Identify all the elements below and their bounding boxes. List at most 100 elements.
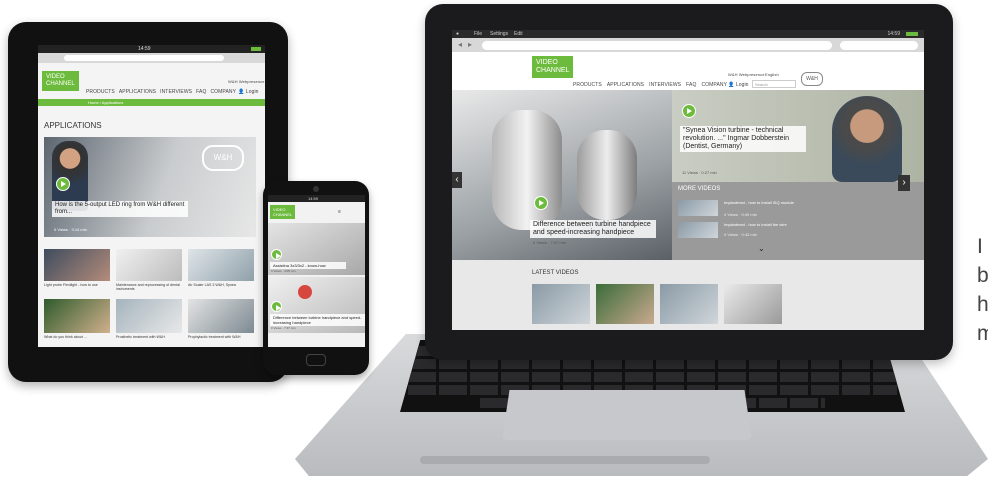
more-video-meta: 0 Views · 0:49 min	[724, 212, 757, 217]
video-thumb[interactable]	[116, 299, 182, 333]
video-channel-logo[interactable]: VIDEO CHANNEL	[270, 205, 296, 219]
chevron-down-icon[interactable]: ⌄	[758, 244, 765, 253]
language-select[interactable]: English	[765, 72, 779, 77]
battery-icon	[906, 32, 918, 36]
main-nav: PRODUCTS APPLICATIONS INTERVIEWS FAQ COM…	[86, 89, 236, 95]
hero-caption-meta: 0 Views · 7:37 min	[533, 240, 566, 245]
play-icon[interactable]	[56, 177, 70, 191]
laptop-front-lip	[420, 456, 710, 464]
nav-faq[interactable]: FAQ	[686, 82, 696, 88]
wh-logo: W&H	[801, 72, 823, 86]
menu-icon[interactable]: ≡	[338, 209, 341, 215]
video-thumb[interactable]	[44, 299, 110, 333]
more-videos-title: MORE VIDEOS	[678, 186, 721, 192]
latest-video-thumb[interactable]	[596, 284, 654, 324]
phone-clock: 14:59	[308, 196, 319, 201]
more-video-thumb[interactable]	[678, 222, 718, 238]
latest-video-thumb[interactable]	[660, 284, 718, 324]
nav-interviews[interactable]: INTERVIEWS	[160, 89, 192, 95]
laptop-trackpad	[502, 390, 752, 440]
more-video-thumb[interactable]	[678, 200, 718, 216]
phone-screen: 14:59 VIDEO CHANNEL ≡ Assistina 3x3/3x2 -…	[268, 195, 365, 347]
section-title: APPLICATIONS	[44, 121, 102, 130]
os-menu-bar: ● File Settings Edit 14:59	[452, 30, 924, 38]
play-icon[interactable]	[271, 301, 282, 312]
webpresence-link[interactable]: W&H Webpresence	[728, 72, 765, 77]
play-icon[interactable]	[682, 104, 696, 118]
phone-caption[interactable]: Difference between turbine handpiece and…	[270, 314, 365, 326]
carousel-next-button[interactable]: ›	[898, 175, 910, 191]
address-bar[interactable]	[482, 41, 832, 50]
latest-video-thumb[interactable]	[532, 284, 590, 324]
video-channel-logo[interactable]: VIDEO CHANNEL	[532, 56, 574, 78]
webpresence-link[interactable]: W&H Webpresence	[228, 79, 265, 84]
forward-arrow-icon[interactable]: ▸	[468, 40, 472, 49]
nav-company[interactable]: COMPANY	[701, 82, 727, 88]
video-thumb-title[interactable]: Prosthetic treatment with W&H	[116, 335, 182, 339]
phone-hero-2[interactable]: Difference between turbine handpiece and…	[268, 277, 365, 333]
red-object-graphic	[298, 285, 312, 299]
laptop-screen: ● File Settings Edit 14:59 ◂ ▸ VIDEO CHAN…	[452, 30, 924, 330]
clock: 14:59	[887, 31, 900, 37]
more-video-title[interactable]: Implantmed - how to install ISQ module	[724, 200, 804, 205]
phone-home-button[interactable]	[306, 354, 326, 366]
main-nav: PRODUCTS APPLICATIONS INTERVIEWS FAQ COM…	[573, 82, 727, 88]
menu-file[interactable]: File	[474, 31, 482, 37]
video-thumb-title[interactable]: What do you think about ...	[44, 335, 110, 339]
video-thumb[interactable]	[44, 249, 110, 281]
turbine-handpiece-graphic	[492, 110, 562, 230]
browser-search-field[interactable]	[840, 41, 918, 50]
interview-meta: 11 Views · 0:27 min	[682, 170, 717, 175]
interviewee-portrait	[832, 96, 902, 182]
video-thumb-title[interactable]: Air Scaler LAS 3 W&H, Synea	[188, 283, 254, 287]
login-link[interactable]: 👤 Login	[728, 82, 749, 88]
browser-toolbar: ◂ ▸	[452, 38, 924, 52]
tablet-browser-bar	[38, 53, 265, 63]
phone-caption-meta: 0 Views · 7:37 min	[271, 326, 296, 330]
video-channel-logo[interactable]: VIDEO CHANNEL	[42, 71, 79, 91]
phone-caption[interactable]: Assistina 3x3/3x2 - know-how	[270, 262, 346, 269]
user-icon: 👤	[728, 82, 735, 88]
battery-icon	[251, 47, 261, 51]
video-thumb-title[interactable]: Maintenance and reprocessing of dental i…	[116, 283, 182, 291]
nav-applications[interactable]: APPLICATIONS	[607, 82, 644, 88]
login-link[interactable]: 👤 Login	[238, 89, 259, 95]
nav-faq[interactable]: FAQ	[196, 89, 206, 95]
tablet-clock: 14:59	[138, 46, 151, 52]
featured-caption[interactable]: How is the 5-output LED ring from W&H di…	[52, 201, 188, 217]
interview-hero[interactable]: "Synea Vision turbine - technical revolu…	[672, 90, 924, 182]
nav-products[interactable]: PRODUCTS	[573, 82, 602, 88]
play-icon[interactable]	[271, 249, 282, 260]
video-thumb[interactable]	[188, 249, 254, 281]
video-thumb-title[interactable]: Prophylactic treatment with W&H	[188, 335, 254, 339]
nav-products[interactable]: PRODUCTS	[86, 89, 115, 95]
back-arrow-icon[interactable]: ◂	[458, 40, 462, 49]
hero-caption[interactable]: Difference between turbine handpiece and…	[530, 220, 656, 238]
phone-caption-meta: 0 Views · 4:05 min	[271, 269, 296, 273]
video-thumb[interactable]	[116, 249, 182, 281]
play-icon[interactable]	[534, 196, 548, 210]
phone-status-bar: 14:59	[268, 195, 365, 202]
address-bar[interactable]	[64, 55, 224, 61]
video-thumb-title[interactable]: Light probe Flexilight - how to use	[44, 283, 110, 287]
nav-applications[interactable]: APPLICATIONS	[119, 89, 156, 95]
menu-settings[interactable]: Settings	[490, 31, 508, 37]
featured-meta: 0 Views · 3:14 min	[54, 227, 87, 232]
nav-company[interactable]: COMPANY	[210, 89, 236, 95]
more-videos-panel: MORE VIDEOS Implantmed - how to install …	[672, 182, 924, 260]
featured-video[interactable]: W&H How is the 5-output LED ring from W&…	[44, 137, 256, 237]
latest-video-thumb[interactable]	[724, 284, 782, 324]
hero-image-handpieces[interactable]: Difference between turbine handpiece and…	[452, 90, 672, 260]
interview-quote[interactable]: "Synea Vision turbine - technical revolu…	[680, 126, 806, 152]
tablet-status-bar: 14:59	[38, 45, 265, 53]
site-search-input[interactable]: Search	[752, 80, 796, 88]
wh-logo: W&H	[202, 145, 244, 171]
more-video-title[interactable]: Implantmed - how to install the wire	[724, 222, 804, 227]
menu-edit[interactable]: Edit	[514, 31, 523, 37]
phone-hero-1[interactable]: Assistina 3x3/3x2 - know-how 0 Views · 4…	[268, 223, 365, 275]
phone-camera	[313, 186, 319, 192]
nav-interviews[interactable]: INTERVIEWS	[649, 82, 681, 88]
carousel-prev-button[interactable]: ‹	[452, 172, 462, 188]
video-thumb[interactable]	[188, 299, 254, 333]
side-text: I b h m	[977, 235, 988, 345]
